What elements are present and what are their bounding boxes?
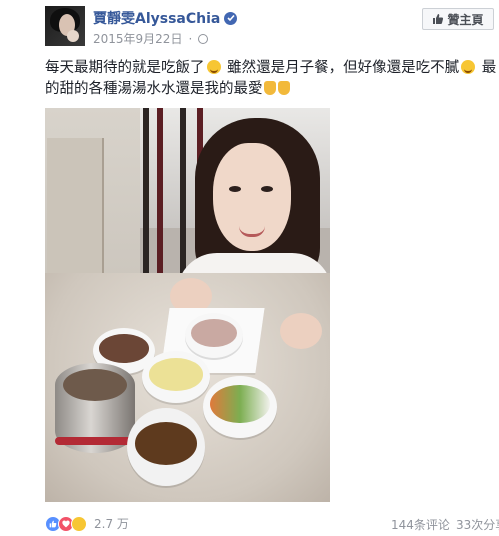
photo-rail — [180, 108, 186, 288]
haha-reaction-icon — [71, 515, 87, 532]
reactions-summary[interactable]: 2.7 万 — [45, 515, 129, 532]
grin-emoji-icon — [206, 60, 221, 74]
author-name-link[interactable]: 賈靜雯AlyssaChia — [93, 8, 220, 28]
pointing-hand-emoji-icon — [277, 81, 290, 95]
verified-badge-icon — [224, 11, 238, 25]
post-text-line-2: 的甜的各種湯湯水水還是我的最愛 — [45, 79, 499, 100]
photo-rail — [157, 108, 163, 288]
globe-icon — [198, 33, 209, 44]
meta-separator: · — [188, 31, 193, 46]
photo-bowl-soup — [127, 408, 205, 486]
like-page-label: 贊主頁 — [447, 12, 484, 27]
post-text-segment: 雖然還是月子餐，但好像還是吃不膩 — [227, 60, 460, 76]
post-photo[interactable] — [45, 108, 330, 502]
photo-person-eye — [229, 186, 241, 192]
post-text-segment: 每天最期待的就是吃飯了 — [45, 60, 205, 76]
post-meta: 2015年9月22日 · — [93, 30, 209, 47]
like-page-button[interactable]: 贊主頁 — [422, 8, 494, 30]
post-text-segment: 的甜的各種湯湯水水還是我的最愛 — [45, 81, 263, 97]
photo-person-hand — [280, 313, 322, 349]
reaction-count: 2.7 万 — [94, 517, 129, 531]
laugh-emoji-icon — [461, 60, 476, 74]
author-avatar[interactable] — [45, 6, 85, 46]
photo-bowl-egg — [142, 351, 210, 403]
photo-thermos — [55, 363, 135, 453]
facebook-post: 賈靜雯AlyssaChia 2015年9月22日 · 贊主頁 每天最期待的就是吃… — [0, 0, 499, 536]
photo-rail — [143, 108, 149, 288]
pointing-hand-emoji-icon — [263, 81, 276, 95]
thumbs-up-icon — [433, 14, 444, 24]
photo-bowl-vegetables — [203, 376, 277, 438]
photo-person-eye — [261, 186, 273, 192]
photo-bowl-rice — [185, 313, 243, 358]
post-text-line-1: 每天最期待的就是吃飯了 雖然還是月子餐，但好像還是吃不膩 最 — [45, 58, 499, 79]
comments-count[interactable]: 144条评论 — [391, 516, 450, 533]
post-text: 每天最期待的就是吃飯了 雖然還是月子餐，但好像還是吃不膩 最 的甜的各種湯湯水水… — [45, 58, 499, 100]
post-author: 賈靜雯AlyssaChia — [93, 8, 238, 28]
post-text-segment: 最 — [481, 60, 497, 76]
shares-count[interactable]: 33次分享 — [456, 516, 499, 533]
post-date[interactable]: 2015年9月22日 — [93, 30, 182, 47]
